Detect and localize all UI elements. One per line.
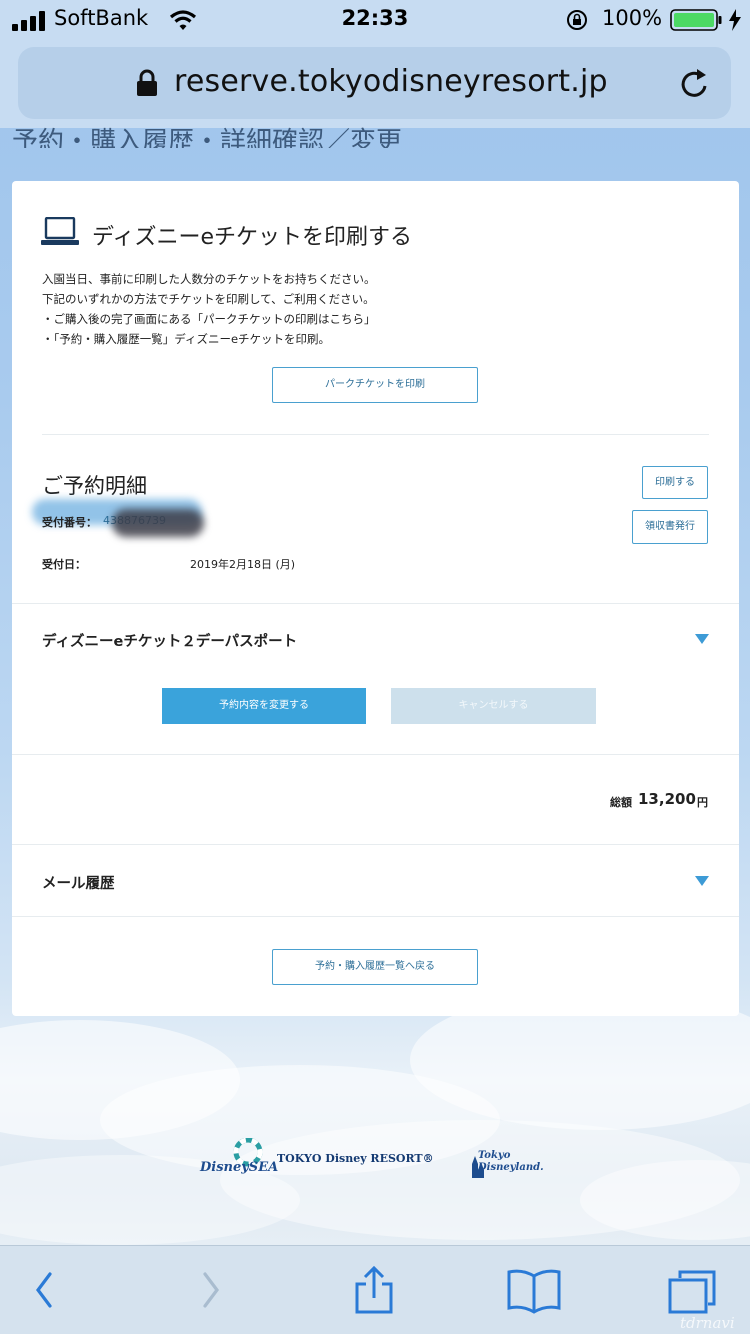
print-button[interactable]: 印刷する bbox=[642, 466, 708, 499]
ticket-name[interactable]: ディズニーeチケット２デーパスポート bbox=[42, 630, 297, 651]
lock-icon bbox=[137, 69, 157, 96]
print-park-ticket-button[interactable]: パークチケットを印刷 bbox=[272, 367, 478, 403]
forward-arrow-icon[interactable] bbox=[197, 1266, 225, 1314]
currency-unit: 円 bbox=[697, 796, 708, 809]
total-amount: 13,200 bbox=[638, 790, 696, 808]
status-bar: SoftBank 22:33 100% bbox=[0, 0, 750, 40]
back-to-history-button[interactable]: 予約・購入履歴一覧へ戻る bbox=[272, 949, 478, 985]
address-bar[interactable]: reserve.tokyodisneyresort.jp bbox=[18, 47, 731, 119]
print-section-title: ディズニーeチケットを印刷する bbox=[92, 225, 412, 250]
browser-toolbar bbox=[0, 1245, 750, 1334]
divider bbox=[12, 754, 739, 755]
disneysea-logo: DisneySEA bbox=[200, 1137, 278, 1184]
bookmarks-icon[interactable] bbox=[505, 1266, 563, 1314]
back-arrow-icon[interactable] bbox=[30, 1266, 58, 1314]
laptop-icon bbox=[41, 217, 79, 245]
divider bbox=[12, 844, 739, 845]
instruction-line: 入園当日、事前に印刷した人数分のチケットをお持ちください。 bbox=[42, 272, 376, 286]
charging-bolt-icon bbox=[729, 9, 741, 31]
browser-address-area: reserve.tokyodisneyresort.jp bbox=[0, 40, 750, 128]
instruction-line: 下記のいずれかの方法でチケットを印刷して、ご利用ください。 bbox=[42, 292, 375, 306]
expand-triangle-icon[interactable] bbox=[695, 634, 709, 644]
page-heading: 予約・購入履歴・詳細確認／変更 bbox=[12, 127, 403, 148]
receipt-number-label: 受付番号： bbox=[42, 516, 97, 529]
issue-receipt-button[interactable]: 領収書発行 bbox=[632, 510, 708, 544]
reservation-details-title: ご予約明細 bbox=[42, 474, 147, 498]
battery-percentage: 100% bbox=[602, 6, 663, 30]
change-reservation-button[interactable]: 予約内容を変更する bbox=[162, 688, 366, 724]
watermark: tdrnavi bbox=[680, 1314, 735, 1332]
tokyo-disneyland-logo: Tokyo Disneyland. bbox=[468, 1140, 554, 1184]
divider bbox=[12, 603, 739, 604]
mail-history-title[interactable]: メール履歴 bbox=[42, 872, 115, 893]
url-text: reserve.tokyodisneyresort.jp bbox=[174, 64, 608, 99]
share-icon[interactable] bbox=[352, 1266, 396, 1314]
reservation-card: ディズニーeチケットを印刷する 入園当日、事前に印刷した人数分のチケットをお持ち… bbox=[12, 181, 739, 1016]
expand-triangle-icon[interactable] bbox=[695, 876, 709, 886]
reload-icon[interactable] bbox=[678, 67, 712, 101]
tabs-icon[interactable] bbox=[666, 1266, 720, 1314]
divider bbox=[12, 916, 739, 917]
rotation-lock-icon bbox=[567, 10, 587, 30]
instruction-line: ・「予約・購入履歴一覧」ディズニーeチケットを印刷。 bbox=[42, 332, 331, 346]
print-instructions: 入園当日、事前に印刷した人数分のチケットをお持ちください。 下記のいずれかの方法… bbox=[42, 269, 376, 349]
reception-date-value: 2019年2月18日 (月) bbox=[190, 558, 296, 571]
divider bbox=[42, 434, 709, 435]
total-label: 総額 bbox=[610, 796, 632, 809]
redaction-blur bbox=[112, 509, 204, 537]
reception-date-label: 受付日： bbox=[42, 558, 86, 571]
battery-icon bbox=[670, 9, 722, 31]
instruction-line: ・ご購入後の完了画面にある「パークチケットの印刷はこちら」 bbox=[42, 312, 376, 326]
tokyo-disney-resort-logo: TOKYO Disney RESORT® bbox=[277, 1152, 434, 1165]
cancel-button[interactable]: キャンセルする bbox=[391, 688, 596, 724]
